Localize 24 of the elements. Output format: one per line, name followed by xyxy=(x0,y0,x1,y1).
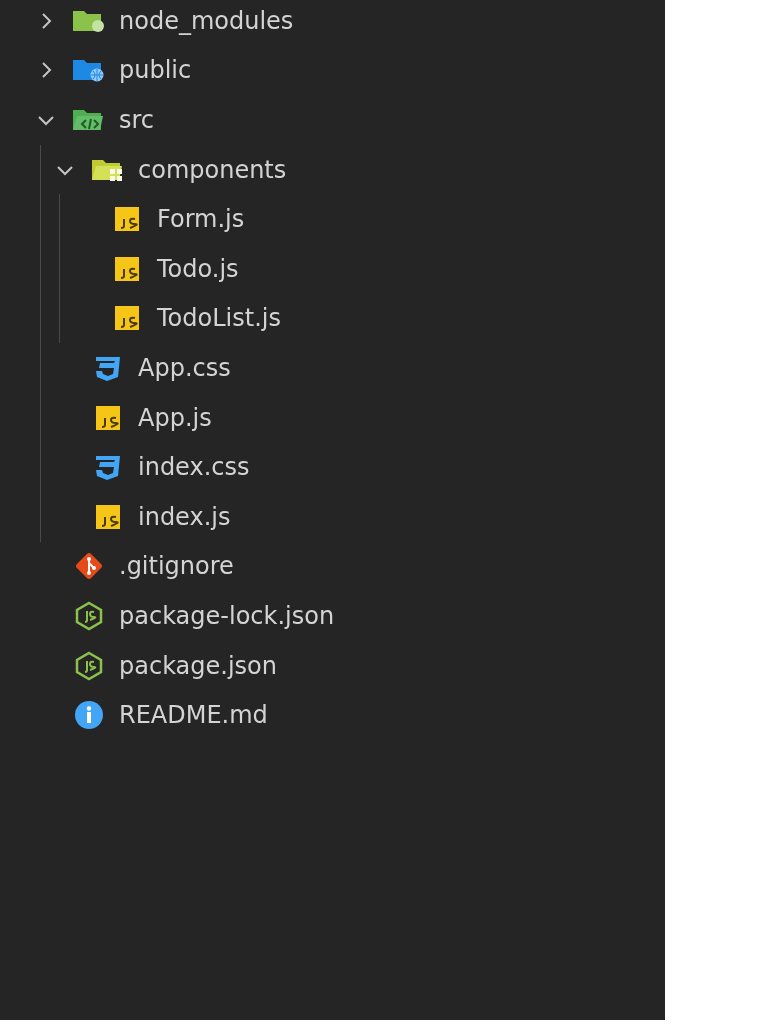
file-name[interactable]: Form.js xyxy=(157,205,245,234)
file-name[interactable]: App.js xyxy=(138,403,212,432)
file-name[interactable]: App.css xyxy=(138,353,231,382)
info-icon xyxy=(74,700,104,731)
js-file-icon xyxy=(96,504,120,529)
js-file-icon xyxy=(115,256,139,281)
file-name[interactable]: package.json xyxy=(119,651,277,680)
file-name[interactable]: .gitignore xyxy=(119,552,234,581)
folder-name[interactable]: public xyxy=(119,56,192,85)
file-name[interactable]: Todo.js xyxy=(157,254,239,283)
file-name[interactable]: README.md xyxy=(119,701,268,730)
file-name[interactable]: TodoList.js xyxy=(157,304,281,333)
hexagon-icon xyxy=(74,600,104,631)
folder-name[interactable]: components xyxy=(138,155,287,184)
js-file-icon xyxy=(115,306,139,331)
js-file-icon xyxy=(96,405,120,430)
folder-name[interactable]: src xyxy=(119,106,155,134)
js-file-icon xyxy=(115,207,139,232)
css-file-icon xyxy=(93,453,123,482)
hexagon-icon xyxy=(74,650,104,681)
file-name[interactable]: package-lock.json xyxy=(119,601,335,630)
file-name[interactable]: index.js xyxy=(138,502,231,531)
file-name[interactable]: index.css xyxy=(138,453,250,482)
folder-name[interactable]: node_modules xyxy=(119,6,294,35)
